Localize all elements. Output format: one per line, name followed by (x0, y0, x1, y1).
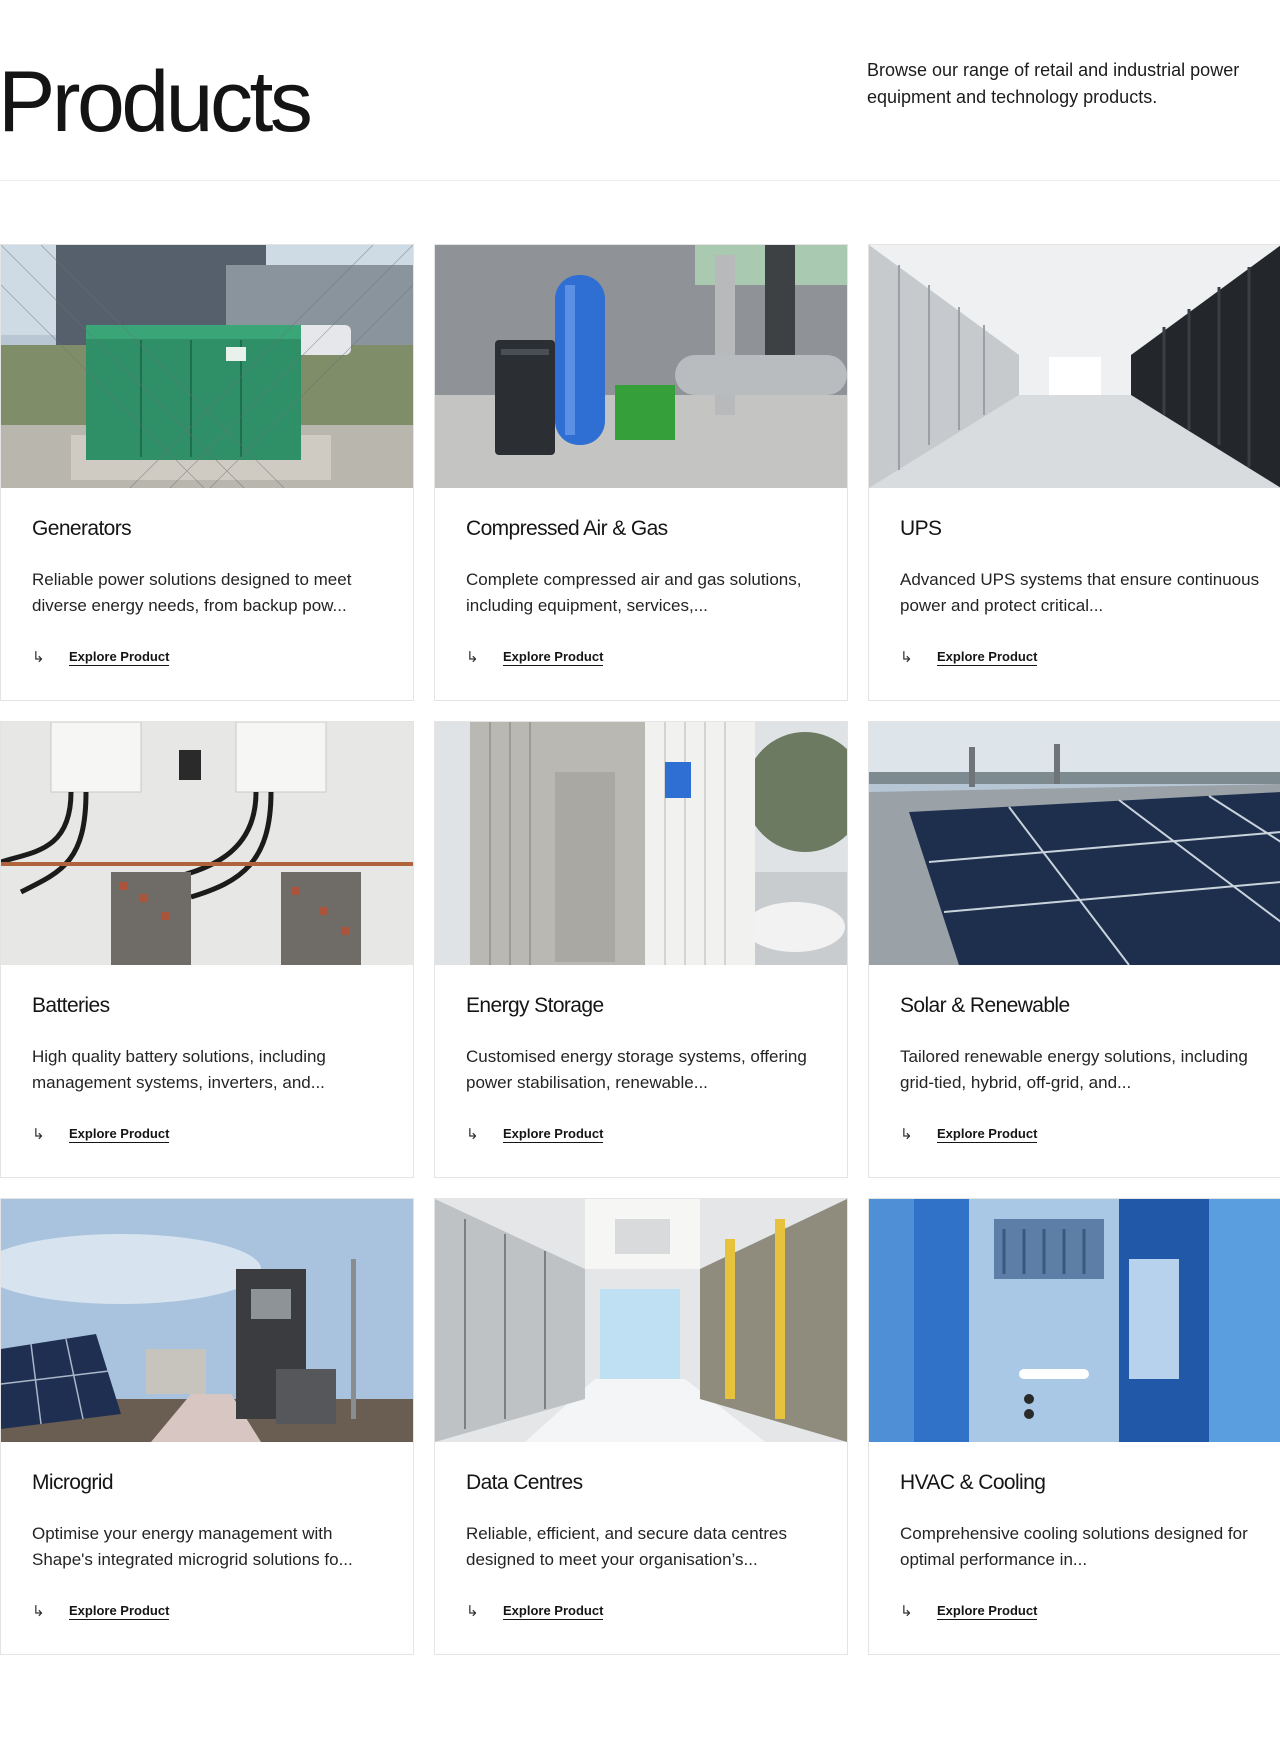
solar-panels-photo[interactable] (869, 722, 1280, 965)
product-description: Comprehensive cooling solutions designed… (900, 1524, 1248, 1569)
product-description: High quality battery solutions, includin… (32, 1047, 326, 1092)
arrow-return-icon: ↳ (900, 1603, 913, 1620)
product-card[interactable]: UPS Advanced UPS systems that ensure con… (868, 244, 1280, 701)
product-card[interactable]: HVAC & Cooling Comprehensive cooling sol… (868, 1198, 1280, 1655)
explore-product-label: Explore Product (937, 1125, 1038, 1143)
product-description: Customised energy storage systems, offer… (466, 1047, 807, 1092)
explore-product-link[interactable]: ↳ Explore Product (900, 1602, 1038, 1620)
explore-product-label: Explore Product (503, 648, 604, 666)
product-title: HVAC & Cooling (900, 1471, 1046, 1494)
product-card[interactable]: Energy Storage Customised energy storage… (434, 721, 848, 1178)
product-title: Solar & Renewable (900, 994, 1070, 1017)
explore-product-link[interactable]: ↳ Explore Product (900, 1125, 1038, 1143)
explore-product-link[interactable]: ↳ Explore Product (900, 648, 1038, 666)
product-card[interactable]: Microgrid Optimise your energy managemen… (0, 1198, 414, 1655)
explore-product-label: Explore Product (69, 1602, 170, 1620)
product-title: Batteries (32, 994, 110, 1017)
explore-product-link[interactable]: ↳ Explore Product (466, 1602, 604, 1620)
product-card[interactable]: Generators Reliable power solutions desi… (0, 244, 414, 701)
arrow-return-icon: ↳ (466, 649, 479, 666)
product-card[interactable]: Data Centres Reliable, efficient, and se… (434, 1198, 848, 1655)
data-centre-photo[interactable] (435, 1199, 847, 1442)
product-description: Reliable, efficient, and secure data cen… (466, 1524, 787, 1569)
explore-product-link[interactable]: ↳ Explore Product (32, 648, 170, 666)
product-title: Microgrid (32, 1471, 114, 1494)
product-description: Optimise your energy management with Sha… (32, 1524, 353, 1569)
product-title: Data Centres (466, 1471, 583, 1494)
explore-product-label: Explore Product (503, 1125, 604, 1143)
product-grid: Generators Reliable power solutions desi… (0, 244, 1280, 1655)
explore-product-label: Explore Product (937, 1602, 1038, 1620)
product-title: Energy Storage (466, 994, 604, 1017)
product-description: Complete compressed air and gas solution… (466, 570, 802, 615)
header-divider (0, 180, 1280, 181)
product-description: Tailored renewable energy solutions, inc… (900, 1047, 1248, 1092)
arrow-return-icon: ↳ (900, 1126, 913, 1143)
microgrid-photo[interactable] (1, 1199, 413, 1442)
product-title: UPS (900, 517, 942, 540)
product-card[interactable]: Compressed Air & Gas Complete compressed… (434, 244, 848, 701)
storage-container-photo[interactable] (435, 722, 847, 965)
arrow-return-icon: ↳ (900, 649, 913, 666)
compressor-photo[interactable] (435, 245, 847, 488)
explore-product-link[interactable]: ↳ Explore Product (466, 1125, 604, 1143)
product-description: Reliable power solutions designed to mee… (32, 570, 352, 615)
product-card[interactable]: Batteries High quality battery solutions… (0, 721, 414, 1178)
page-title: Products (0, 54, 313, 150)
product-title: Generators (32, 517, 132, 540)
product-card[interactable]: Solar & Renewable Tailored renewable ene… (868, 721, 1280, 1178)
explore-product-link[interactable]: ↳ Explore Product (32, 1602, 170, 1620)
page-intro: Browse our range of retail and industria… (867, 60, 1240, 107)
hvac-unit-photo[interactable] (869, 1199, 1280, 1442)
explore-product-link[interactable]: ↳ Explore Product (466, 648, 604, 666)
arrow-return-icon: ↳ (32, 649, 45, 666)
ups-aisle-photo[interactable] (869, 245, 1280, 488)
explore-product-label: Explore Product (69, 1125, 170, 1143)
page-header: Products Browse our range of retail and … (0, 0, 1280, 181)
explore-product-link[interactable]: ↳ Explore Product (32, 1125, 170, 1143)
product-title: Compressed Air & Gas (466, 517, 668, 540)
generator-photo[interactable] (1, 245, 413, 488)
arrow-return-icon: ↳ (466, 1126, 479, 1143)
explore-product-label: Explore Product (69, 648, 170, 666)
product-description: Advanced UPS systems that ensure continu… (900, 570, 1260, 615)
arrow-return-icon: ↳ (32, 1126, 45, 1143)
arrow-return-icon: ↳ (32, 1603, 45, 1620)
explore-product-label: Explore Product (937, 648, 1038, 666)
arrow-return-icon: ↳ (466, 1603, 479, 1620)
battery-bank-photo[interactable] (1, 722, 413, 965)
explore-product-label: Explore Product (503, 1602, 604, 1620)
